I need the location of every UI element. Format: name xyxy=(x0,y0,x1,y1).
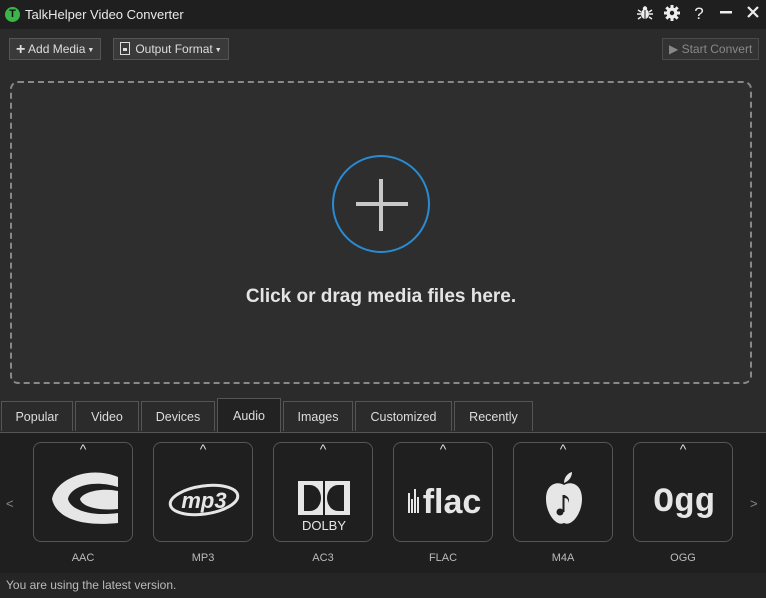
format-label-flac: FLAC xyxy=(428,552,458,564)
tab-customized[interactable]: Customized xyxy=(355,401,452,431)
tab-images[interactable]: Images xyxy=(283,401,353,431)
start-convert-button[interactable]: ▶ Start Convert xyxy=(662,38,760,60)
app-logo: T xyxy=(5,7,20,22)
tab-popular[interactable]: Popular xyxy=(1,401,73,431)
dolby-logo-icon: DOLBY xyxy=(284,467,364,533)
media-drop-zone[interactable]: Click or drag media files here. xyxy=(10,81,752,384)
dolby-logo-text: DOLBY xyxy=(302,518,346,531)
mp3-logo-icon: mp3 xyxy=(164,467,244,531)
tab-recently[interactable]: Recently xyxy=(454,401,533,431)
tab-audio[interactable]: Audio xyxy=(217,398,281,432)
add-media-button[interactable]: + Add Media ▼ xyxy=(9,38,102,60)
format-tile-ac3[interactable]: ^ DOLBY xyxy=(273,441,373,542)
format-label-ac3: AC3 xyxy=(312,552,334,564)
format-label-aac: AAC xyxy=(71,552,95,564)
apple-music-logo-icon xyxy=(524,467,604,531)
document-icon xyxy=(120,42,130,55)
toolbar: + Add Media ▼ Output Format ▼ ▶ Start Conv… xyxy=(0,29,766,71)
ogg-logo-icon: Ogg xyxy=(644,467,724,531)
tab-devices[interactable]: Devices xyxy=(141,401,215,431)
format-label-ogg: OGG xyxy=(670,552,696,564)
expand-up-icon: ^ xyxy=(199,441,207,457)
title-bar: T TalkHelper Video Converter ? xyxy=(0,0,766,29)
format-label-mp3: MP3 xyxy=(191,552,215,564)
scroll-right-button[interactable]: > xyxy=(750,496,758,511)
status-text: You are using the latest version. xyxy=(6,578,177,592)
format-tile-ogg[interactable]: ^ Ogg xyxy=(633,441,733,542)
expand-up-icon: ^ xyxy=(679,441,687,457)
close-icon[interactable] xyxy=(743,4,763,24)
expand-up-icon: ^ xyxy=(319,441,327,457)
expand-up-icon: ^ xyxy=(559,441,567,457)
format-tile-aac[interactable]: ^ xyxy=(33,441,133,542)
bug-icon[interactable] xyxy=(635,4,655,24)
format-label-m4a: M4A xyxy=(551,552,575,564)
flac-logo-icon: flac xyxy=(404,467,484,531)
format-tile-flac[interactable]: ^ flac xyxy=(393,441,493,542)
caret-down-icon: ▼ xyxy=(87,47,95,54)
plus-icon: + xyxy=(16,41,26,58)
add-media-label: Add Media xyxy=(28,42,86,56)
expand-up-icon: ^ xyxy=(79,441,87,457)
gear-icon[interactable] xyxy=(662,4,682,24)
status-bar: You are using the latest version. xyxy=(0,573,766,598)
aac-logo-icon xyxy=(44,467,124,531)
start-convert-label: Start Convert xyxy=(681,42,753,56)
app-title: TalkHelper Video Converter xyxy=(25,7,184,22)
mp3-logo-text: mp3 xyxy=(181,488,226,513)
format-tile-m4a[interactable]: ^ xyxy=(513,441,613,542)
add-file-icon[interactable] xyxy=(332,155,430,253)
scroll-left-button[interactable]: < xyxy=(6,496,14,511)
ogg-logo-text: Ogg xyxy=(653,484,714,522)
format-tile-mp3[interactable]: ^ mp3 xyxy=(153,441,253,542)
tab-video[interactable]: Video xyxy=(75,401,139,431)
output-format-label: Output Format xyxy=(135,42,213,56)
expand-up-icon: ^ xyxy=(439,441,447,457)
output-format-button[interactable]: Output Format ▼ xyxy=(113,38,229,60)
format-list: < > ^ AAC ^ mp3 MP3 ^ DOLBY AC3 ^ flac F… xyxy=(0,433,766,573)
caret-down-icon: ▼ xyxy=(214,47,222,54)
flac-logo-text: flac xyxy=(423,483,482,521)
format-category-tabs: Popular Video Devices Audio Images Custo… xyxy=(0,398,766,433)
help-icon[interactable]: ? xyxy=(689,4,709,24)
drop-zone-text: Click or drag media files here. xyxy=(245,286,517,307)
play-icon: ▶ xyxy=(669,42,679,56)
minimize-icon[interactable] xyxy=(716,4,736,24)
